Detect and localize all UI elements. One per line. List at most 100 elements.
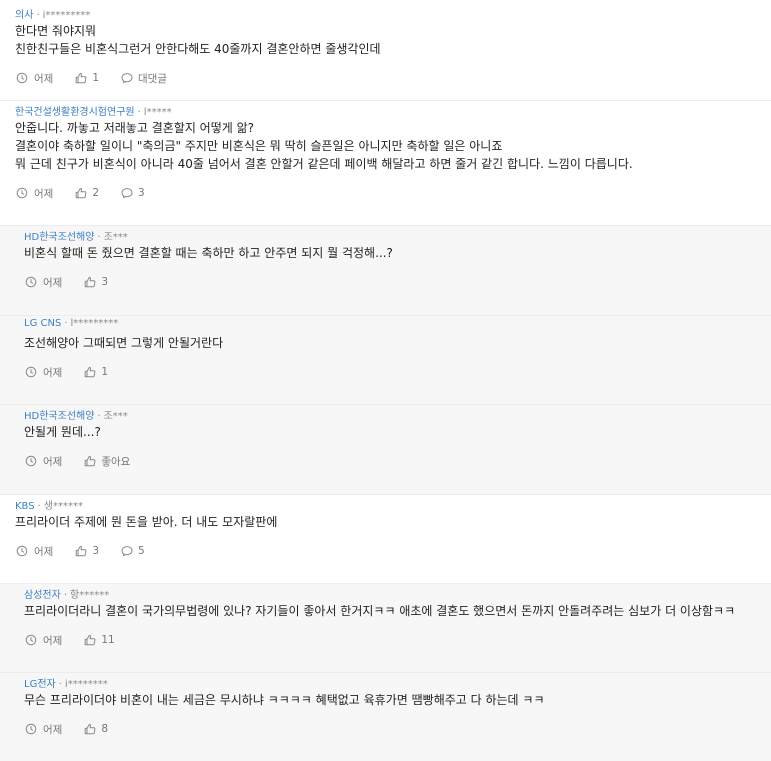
user-id: i********* bbox=[42, 10, 91, 21]
comment-actions: 어제 1 bbox=[25, 365, 130, 379]
company-name[interactable]: KBS bbox=[15, 501, 35, 512]
company-name[interactable]: HD한국조선해양 bbox=[24, 411, 94, 422]
comment-meta: HD한국조선해양 · 조*** bbox=[24, 228, 128, 243]
clock-icon bbox=[25, 723, 37, 735]
comment-text-line: 결혼이야 축하할 일이니 "축의금" 주지만 비혼식은 뭐 딱히 슬픈일은 아니… bbox=[15, 139, 503, 153]
clock-icon bbox=[25, 366, 37, 378]
company-name[interactable]: LG전자 bbox=[24, 679, 56, 690]
comment-body: 프리라이더 주제에 뭔 돈을 받아. 더 내도 모자랄판에 bbox=[15, 513, 277, 531]
comment-meta: LG CNS · l********* bbox=[24, 318, 118, 329]
company-name[interactable]: 한국건설생활환경시험연구원 bbox=[15, 107, 135, 118]
timestamp: 어제 bbox=[16, 544, 53, 558]
meta-separator: · bbox=[36, 10, 40, 21]
comment-body: 비혼식 할때 돈 줬으면 결혼할 때는 축하만 하고 안주면 되지 뭘 걱정해.… bbox=[24, 244, 393, 262]
reply-button[interactable]: 3 bbox=[121, 186, 145, 200]
reply-button[interactable]: 대댓글 bbox=[121, 71, 167, 85]
comment-icon bbox=[121, 187, 133, 199]
meta-separator: · bbox=[97, 411, 101, 422]
comment-text-line: 안줍니다. 까놓고 저래놓고 결혼할지 어떻게 앎? bbox=[15, 121, 255, 135]
comment-body: 안될게 뭔데...? bbox=[24, 423, 101, 441]
comment-text-line: 한다면 줘야지뭐 bbox=[15, 24, 97, 38]
like-count: 1 bbox=[92, 72, 100, 84]
like-button[interactable]: 3 bbox=[84, 275, 108, 289]
reply-comment: 삼성전자 · 항****** 프리라이더라니 결혼이 국가의무법령에 있나? 자기들이… bbox=[0, 584, 771, 673]
comment-meta: 삼성전자 · 항****** bbox=[24, 586, 109, 601]
like-button[interactable]: 1 bbox=[84, 365, 108, 379]
like-button[interactable]: 좋아요 bbox=[84, 454, 130, 468]
like-count: 2 bbox=[92, 187, 100, 199]
like-button[interactable]: 8 bbox=[84, 722, 108, 736]
comment-meta: KBS · 생****** bbox=[15, 497, 83, 512]
comment-list: 의사 · i********* 한다면 줘야지뭐 친한친구들은 비혼식그런거 안한다해도… bbox=[0, 0, 771, 761]
reply-count: 5 bbox=[138, 545, 145, 557]
user-id: 조*** bbox=[103, 411, 128, 422]
like-button[interactable]: 11 bbox=[84, 633, 115, 647]
like-count: 좋아요 bbox=[101, 455, 131, 468]
like-count: 3 bbox=[92, 545, 100, 557]
timestamp: 어제 bbox=[16, 71, 53, 85]
comment-body: 프리라이더라니 결혼이 국가의무법령에 있나? 자기들이 좋아서 한거지ㅋㅋ 애… bbox=[24, 602, 735, 620]
timestamp-text: 어제 bbox=[43, 366, 63, 379]
comment-body: 안줍니다. 까놓고 저래놓고 결혼할지 어떻게 앎? 결혼이야 축하할 일이니 "… bbox=[15, 119, 633, 173]
clock-icon bbox=[25, 455, 37, 467]
meta-separator: · bbox=[37, 501, 41, 512]
meta-separator: · bbox=[97, 232, 101, 243]
comment-body: 조선해양아 그때되면 그렇게 안될거란다 bbox=[24, 334, 223, 352]
company-name[interactable]: 의사 bbox=[15, 10, 33, 21]
comment-body: 무슨 프리라이더야 비혼이 내는 세금은 무시하냐 ㅋㅋㅋㅋ 혜택없고 육휴가면… bbox=[24, 691, 545, 709]
company-name[interactable]: HD한국조선해양 bbox=[24, 232, 94, 243]
reply-comment: HD한국조선해양 · 조*** 안될게 뭔데...? 어제 좋아요 bbox=[0, 405, 771, 495]
timestamp: 어제 bbox=[25, 275, 62, 289]
comment-meta: LG전자 · i******** bbox=[24, 675, 108, 690]
comment-text-line: 프리라이더라니 결혼이 국가의무법령에 있나? 자기들이 좋아서 한거지ㅋㅋ 애… bbox=[24, 604, 736, 618]
comment-meta: 의사 · i********* bbox=[15, 6, 90, 21]
clock-icon bbox=[16, 72, 28, 84]
clock-icon bbox=[16, 545, 28, 557]
timestamp-text: 어제 bbox=[43, 723, 63, 736]
like-button[interactable]: 1 bbox=[75, 71, 99, 85]
meta-separator: · bbox=[58, 679, 62, 690]
comment-icon bbox=[121, 72, 133, 84]
comment-meta: HD한국조선해양 · 조*** bbox=[24, 407, 128, 422]
comment-actions: 어제 좋아요 bbox=[25, 454, 152, 468]
comment-text-line: 비혼식 할때 돈 줬으면 결혼할 때는 축하만 하고 안주면 되지 뭘 걱정해.… bbox=[24, 246, 393, 260]
thumbs-up-icon bbox=[75, 545, 87, 557]
meta-separator: · bbox=[63, 590, 67, 601]
comment-text-line: 친한친구들은 비혼식그런거 안한다해도 40줄까지 결혼안하면 줄생각인데 bbox=[15, 42, 381, 56]
company-name[interactable]: 삼성전자 bbox=[24, 590, 61, 601]
timestamp-text: 어제 bbox=[43, 455, 63, 468]
user-id: i******** bbox=[64, 679, 108, 690]
timestamp-text: 어제 bbox=[34, 545, 54, 558]
comment-body: 한다면 줘야지뭐친한친구들은 비혼식그런거 안한다해도 40줄까지 결혼안하면 … bbox=[15, 22, 381, 58]
user-id: 생****** bbox=[43, 501, 83, 512]
comment-actions: 어제 2 3 bbox=[16, 186, 167, 200]
timestamp-text: 어제 bbox=[43, 276, 63, 289]
clock-icon bbox=[25, 634, 37, 646]
clock-icon bbox=[16, 187, 28, 199]
reply-count: 대댓글 bbox=[138, 72, 167, 85]
clock-icon bbox=[25, 276, 37, 288]
comment-actions: 어제 3 bbox=[25, 275, 130, 289]
reply-comment: HD한국조선해양 · 조*** 비혼식 할때 돈 줬으면 결혼할 때는 축하만 하고 … bbox=[0, 226, 771, 316]
like-button[interactable]: 3 bbox=[75, 544, 99, 558]
comment-actions: 어제 3 5 bbox=[16, 544, 167, 558]
user-id: l***** bbox=[143, 107, 172, 118]
company-name[interactable]: LG CNS bbox=[24, 318, 61, 329]
like-button[interactable]: 2 bbox=[75, 186, 99, 200]
comment: KBS · 생****** 프리라이더 주제에 뭔 돈을 받아. 더 내도 모자랄판에… bbox=[0, 495, 771, 584]
comment: 의사 · i********* 한다면 줘야지뭐 친한친구들은 비혼식그런거 안한다해도… bbox=[0, 4, 771, 101]
thumbs-up-icon bbox=[75, 187, 87, 199]
thumbs-up-icon bbox=[84, 455, 96, 467]
reply-comment: LG전자 · i******** 무슨 프리라이더야 비혼이 내는 세금은 무시하냐 … bbox=[0, 673, 771, 761]
meta-separator: · bbox=[137, 107, 141, 118]
reply-count: 3 bbox=[138, 187, 145, 199]
user-id: l********* bbox=[70, 318, 119, 329]
timestamp: 어제 bbox=[16, 186, 53, 200]
comment-actions: 어제 8 bbox=[25, 722, 130, 736]
thumbs-up-icon bbox=[75, 72, 87, 84]
reply-button[interactable]: 5 bbox=[121, 544, 145, 558]
comment-text-line: 프리라이더 주제에 뭔 돈을 받아. 더 내도 모자랄판에 bbox=[15, 515, 278, 529]
meta-separator: · bbox=[64, 318, 68, 329]
comment-text-line: 조선해양아 그때되면 그렇게 안될거란다 bbox=[24, 336, 224, 350]
comment-icon bbox=[121, 545, 133, 557]
